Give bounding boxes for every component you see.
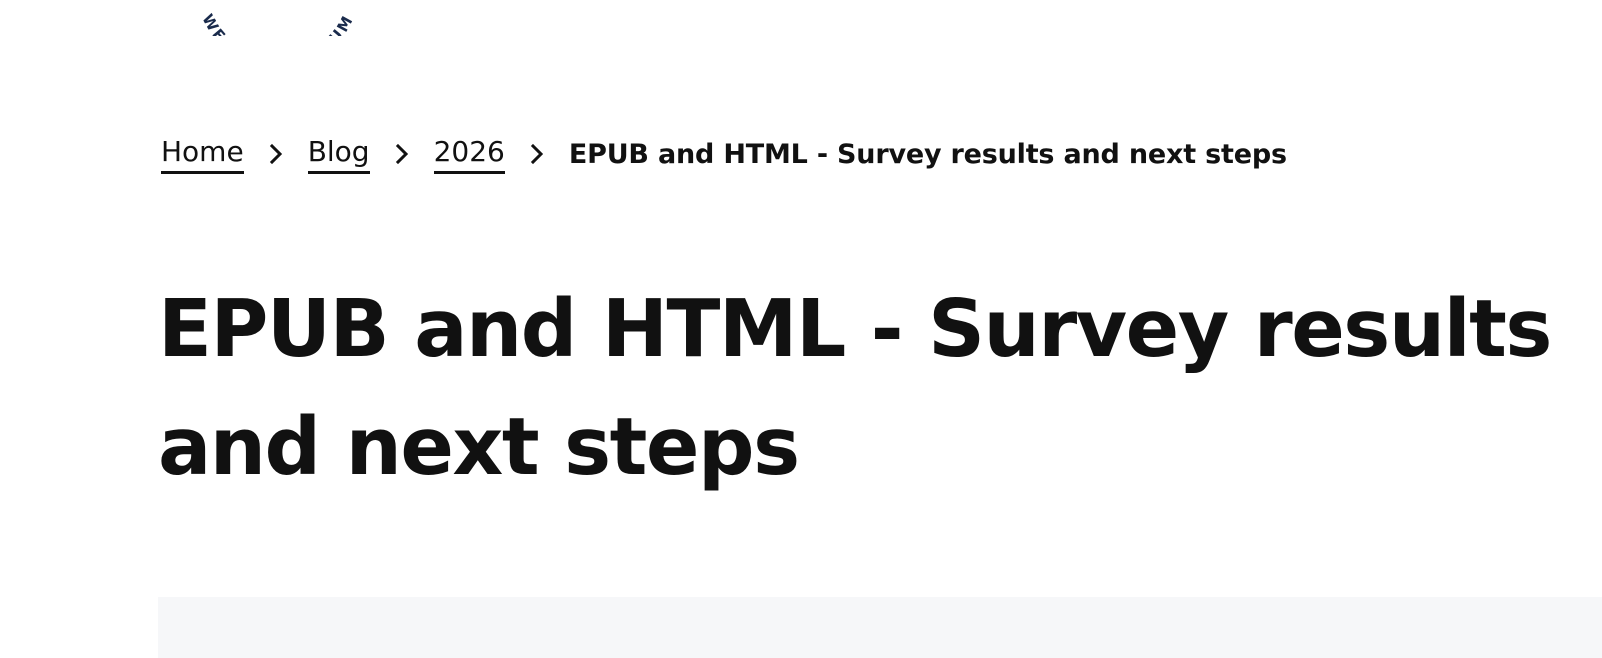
- chevron-right-icon: [515, 139, 559, 169]
- page-title: EPUB and HTML - Survey results and next …: [158, 283, 1552, 493]
- logo-seal-icon: WEB CONSORTIUM: [198, 11, 357, 36]
- breadcrumb-home-link[interactable]: Home: [161, 134, 244, 174]
- chevron-right-icon: [254, 139, 298, 169]
- site-logo[interactable]: WEB CONSORTIUM: [178, 0, 378, 36]
- svg-text:WEB CONSORTIUM: WEB CONSORTIUM: [198, 11, 357, 36]
- breadcrumb: Home Blog 2026 EPUB and HTML - Survey re…: [161, 132, 1287, 176]
- breadcrumb-blog-link[interactable]: Blog: [307, 134, 370, 174]
- breadcrumb-year-link[interactable]: 2026: [433, 134, 505, 174]
- content-panel: [158, 597, 1602, 658]
- breadcrumb-current-page: EPUB and HTML - Survey results and next …: [568, 138, 1287, 170]
- logo-arc-text: WEB CONSORTIUM: [198, 11, 355, 36]
- chevron-right-icon: [380, 139, 424, 169]
